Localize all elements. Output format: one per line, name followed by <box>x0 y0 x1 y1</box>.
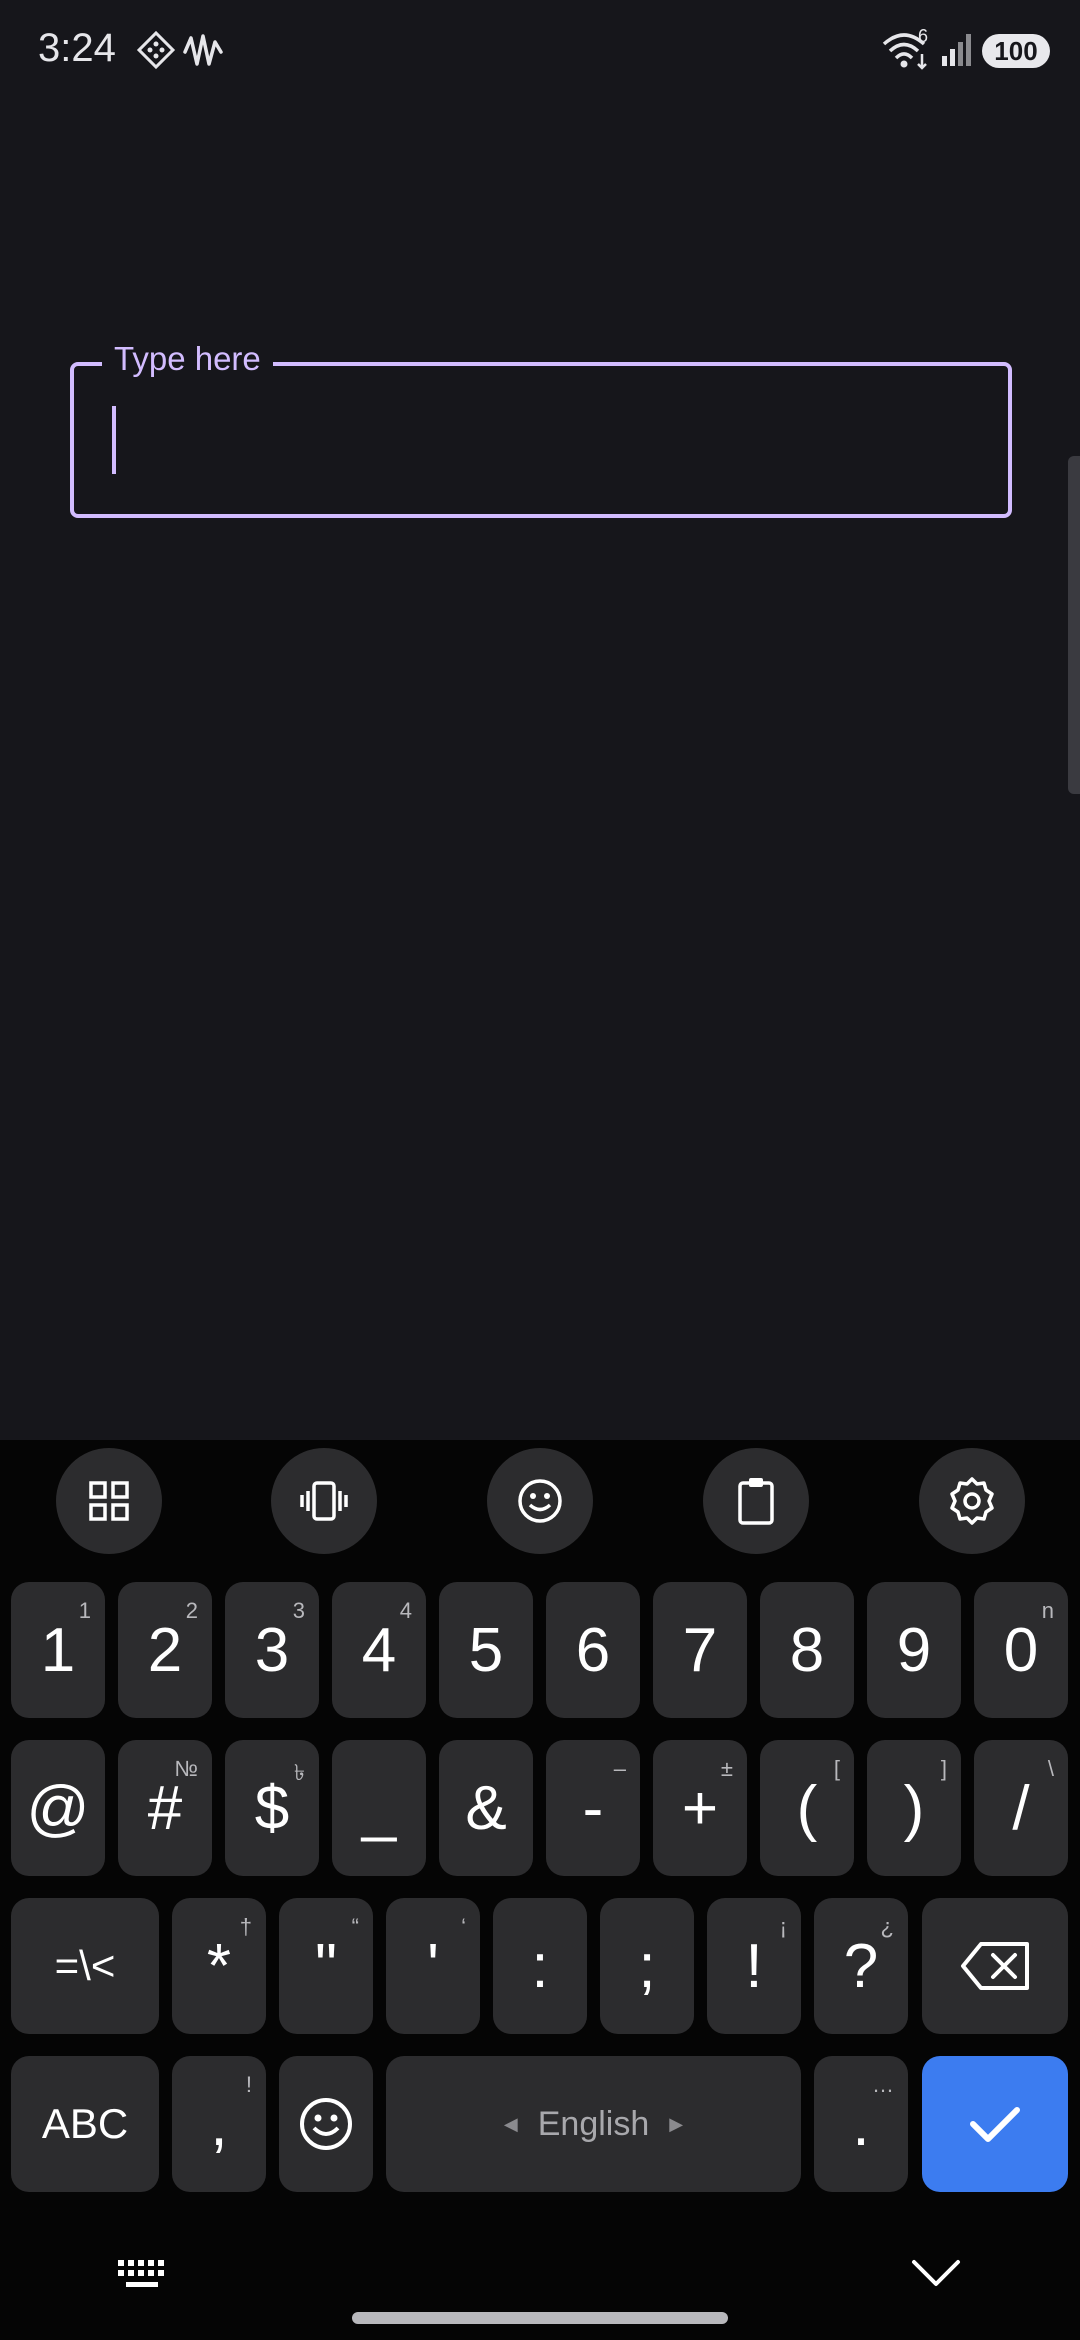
keyboard-switch-button[interactable] <box>116 2256 170 2297</box>
key-double-quote[interactable]: " “ <box>279 1898 373 2034</box>
key-9[interactable]: 9 <box>867 1582 961 1718</box>
vibrate-button[interactable] <box>271 1448 377 1554</box>
key-4[interactable]: 44 <box>332 1582 426 1718</box>
key-ampersand[interactable]: & <box>439 1740 533 1876</box>
key-more-symbols[interactable]: =\< <box>11 1898 159 2034</box>
emoji-icon <box>300 2098 352 2150</box>
key-dollar[interactable]: $ ৳ <box>225 1740 319 1876</box>
key-open-paren[interactable]: ([ <box>760 1740 854 1876</box>
key-5[interactable]: 5 <box>439 1582 533 1718</box>
signal-icon <box>940 32 976 73</box>
keyboard-icon <box>118 2260 164 2287</box>
right-arrow-icon: ▶ <box>669 2113 684 2134</box>
status-bar: 3:24 6 100 <box>0 0 1080 100</box>
chevron-down-icon <box>912 2260 960 2286</box>
key-1[interactable]: 11 <box>11 1582 105 1718</box>
battery-indicator: 100 <box>982 34 1050 68</box>
checkmark-icon <box>970 2107 1020 2142</box>
network-badge: 6 <box>918 26 929 46</box>
grid-button[interactable] <box>56 1448 162 1554</box>
emoji-key[interactable] <box>279 2056 373 2192</box>
key-single-quote[interactable]: ' ‘ <box>386 1898 480 2034</box>
key-colon[interactable]: : <box>493 1898 587 2034</box>
done-button[interactable] <box>922 2056 1068 2192</box>
key-2[interactable]: 22 <box>118 1582 212 1718</box>
settings-button[interactable] <box>919 1448 1025 1554</box>
key-close-paren[interactable]: )] <box>867 1740 961 1876</box>
hide-keyboard-button[interactable] <box>910 2252 962 2297</box>
space-language-label: English <box>537 2104 650 2143</box>
clipboard-icon <box>738 1478 774 1525</box>
status-time: 3:24 <box>38 26 116 70</box>
scrollbar[interactable] <box>1068 456 1080 794</box>
key-comma[interactable]: ,! <box>172 2056 266 2192</box>
key-7[interactable]: 7 <box>653 1582 747 1718</box>
key-underscore[interactable]: _ <box>332 1740 426 1876</box>
key-question[interactable]: ? ¿ <box>814 1898 908 2034</box>
emoji-button[interactable] <box>487 1448 593 1554</box>
clipboard-button[interactable] <box>703 1448 809 1554</box>
key-0[interactable]: 0n <box>974 1582 1068 1718</box>
key-3[interactable]: 33 <box>225 1582 319 1718</box>
key-hash[interactable]: # № <box>118 1740 212 1876</box>
left-arrow-icon: ◀ <box>503 2113 518 2134</box>
keyboard <box>0 1440 1080 2340</box>
grid-icon <box>89 1481 129 1521</box>
space-bar[interactable]: ◀ English ▶ <box>386 2056 801 2192</box>
emoji-icon <box>518 1479 562 1523</box>
text-input-field[interactable] <box>70 362 1012 518</box>
vibrate-icon <box>300 1481 348 1521</box>
text-cursor <box>112 406 116 474</box>
accessibility-icon <box>136 30 176 75</box>
key-period[interactable]: .… <box>814 2056 908 2192</box>
key-semicolon[interactable]: ; <box>600 1898 694 2034</box>
text-input-label: Type here <box>102 340 273 378</box>
key-8[interactable]: 8 <box>760 1582 854 1718</box>
key-6[interactable]: 6 <box>546 1582 640 1718</box>
abc-key[interactable]: ABC <box>11 2056 159 2192</box>
backspace-icon <box>961 1942 1029 1990</box>
key-minus[interactable]: - – <box>546 1740 640 1876</box>
home-gesture-bar[interactable] <box>352 2312 728 2324</box>
key-exclamation[interactable]: ! ¡ <box>707 1898 801 2034</box>
sound-wave-icon <box>182 30 224 75</box>
settings-icon <box>950 1477 994 1525</box>
key-at[interactable]: @ <box>11 1740 105 1876</box>
key-slash[interactable]: / \ <box>974 1740 1068 1876</box>
key-asterisk[interactable]: * † <box>172 1898 266 2034</box>
key-plus[interactable]: + ± <box>653 1740 747 1876</box>
backspace-key[interactable] <box>922 1898 1068 2034</box>
